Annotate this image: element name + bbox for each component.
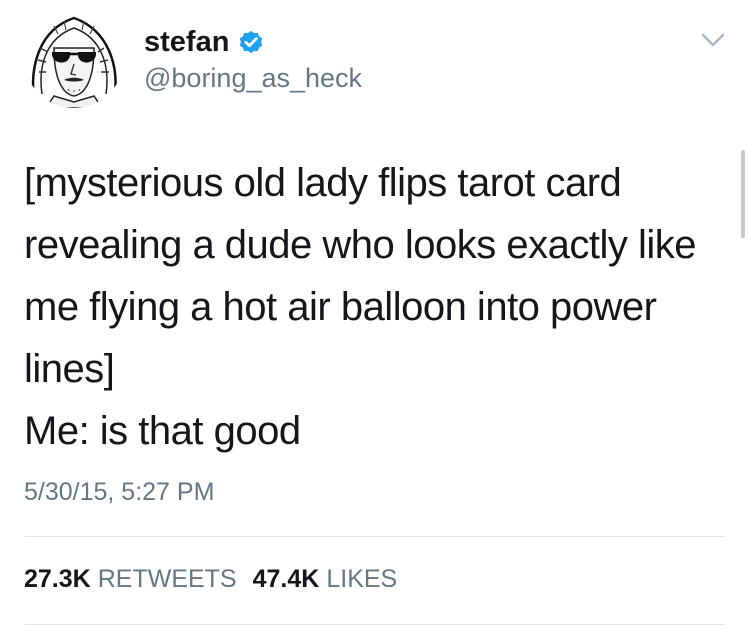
tweet-text-line: revealing a dude who looks exactly like [24, 223, 697, 267]
tweet-text-line: lines] [24, 347, 115, 391]
engagement-stats: 27.3K RETWEETS 47.4K LIKES [24, 562, 397, 596]
tweet-text-line: [mysterious old lady flips tarot card [24, 161, 622, 205]
user-handle[interactable]: @boring_as_heck [144, 60, 362, 96]
likes-label: LIKES [326, 565, 398, 593]
display-name[interactable]: stefan [144, 22, 229, 62]
scrollbar[interactable] [741, 150, 745, 238]
retweets-count: 27.3K [24, 565, 91, 593]
tweet-text-line: me flying a hot air balloon into power [24, 285, 657, 329]
avatar[interactable] [24, 8, 124, 108]
chevron-down-icon[interactable] [699, 30, 727, 50]
likes-stat[interactable]: 47.4K LIKES [253, 562, 398, 596]
tweet-text-line: Me: is that good [24, 409, 301, 453]
divider [24, 624, 725, 625]
avatar-sketch-icon [31, 16, 117, 108]
tweet-text: [mysterious old lady flips tarot card re… [24, 152, 724, 462]
tweet-timestamp[interactable]: 5/30/15, 5:27 PM [24, 474, 214, 510]
retweets-label: RETWEETS [97, 565, 237, 593]
name-row: stefan [144, 22, 265, 62]
tweet-card: stefan @boring_as_heck [mysterious old l… [0, 0, 750, 637]
retweets-stat[interactable]: 27.3K RETWEETS [24, 562, 237, 596]
verified-badge-icon [240, 30, 263, 54]
divider [24, 536, 725, 537]
likes-count: 47.4K [252, 565, 320, 593]
